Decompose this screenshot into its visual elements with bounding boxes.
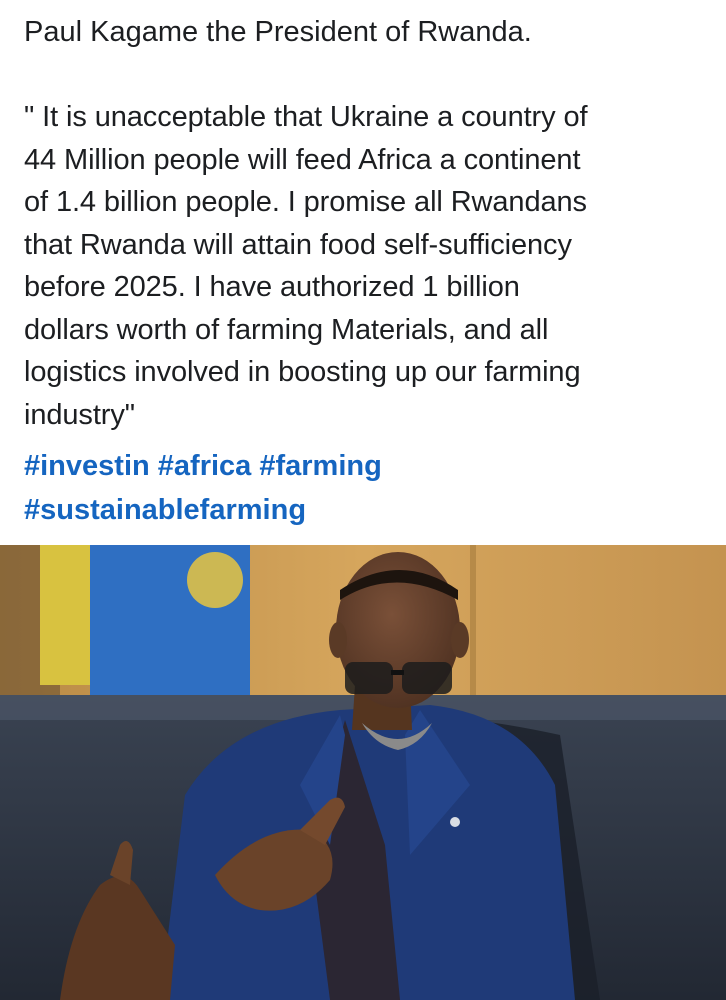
hashtag-line-1: #investin #africa #farming [24, 444, 714, 488]
photo-illustration [0, 545, 726, 1000]
hashtag-africa[interactable]: #africa [158, 450, 252, 482]
flag-graphic [40, 545, 250, 705]
quote-line-8: industry" [24, 398, 135, 431]
hashtag-farming[interactable]: #farming [259, 450, 381, 482]
quote-line-4: that Rwanda will attain food self-suffic… [24, 228, 572, 261]
quote-line-1: " It is unacceptable that Ukraine a coun… [24, 101, 588, 133]
quote-line-2: 44 Million people will feed Africa a con… [24, 143, 581, 176]
post-text: Paul Kagame the President of Rwanda. " I… [24, 10, 714, 436]
post-photo[interactable] [0, 545, 726, 1000]
hashtag-investin[interactable]: #investin [24, 450, 150, 482]
quote-line-7: logistics involved in boosting up our fa… [24, 356, 581, 388]
quote-line-6: dollars worth of farming Materials, and … [24, 313, 549, 346]
quote-line-3: of 1.4 billion people. I promise all Rwa… [24, 186, 587, 218]
hashtags: #investin #africa #farming #sustainablef… [24, 444, 714, 532]
quote-line-5: before 2025. I have authorized 1 billion [24, 271, 520, 303]
post-heading: Paul Kagame the President of Rwanda. [24, 16, 532, 48]
hashtag-sustainablefarming[interactable]: #sustainablefarming [24, 494, 306, 526]
hashtag-line-2: #sustainablefarming [24, 488, 714, 532]
